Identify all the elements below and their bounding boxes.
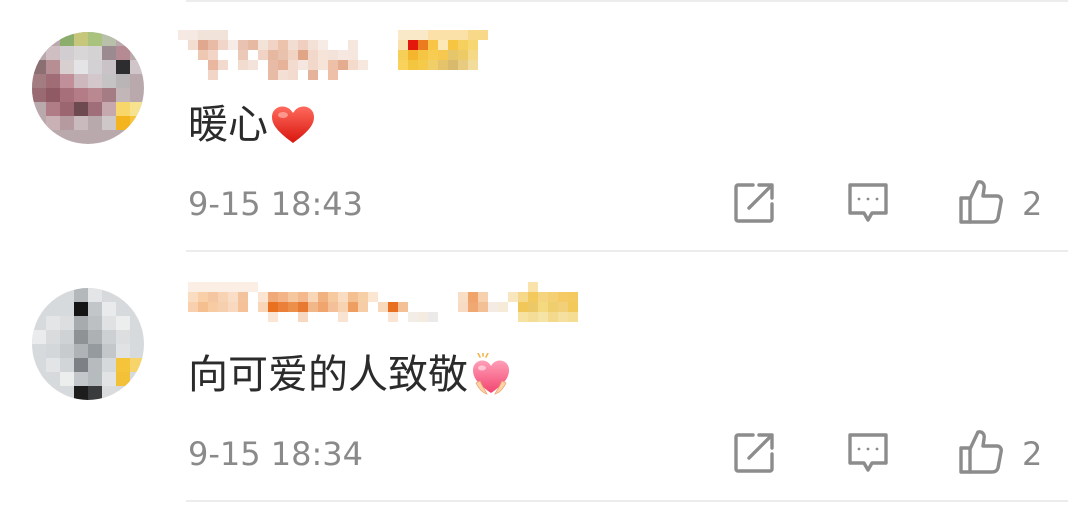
- red-heart-icon: [270, 105, 316, 145]
- divider: [186, 500, 1068, 502]
- reply-button[interactable]: [845, 430, 891, 476]
- comment-text: 向可爱的人致敬: [188, 350, 512, 400]
- comment-text-content: 暖心: [188, 102, 268, 148]
- username-blurred[interactable]: [178, 282, 658, 332]
- comment-text-content: 向可爱的人致敬: [188, 352, 468, 398]
- username-blurred[interactable]: [178, 30, 498, 80]
- comment-icon: [845, 430, 891, 476]
- comment-item: 暖心 9-15 18:43 2: [0, 0, 1068, 250]
- avatar[interactable]: [32, 288, 144, 400]
- share-button[interactable]: [731, 180, 777, 226]
- comment-item: 向可爱的人致敬 9-15 18:34 2: [0, 252, 1068, 502]
- thumbs-up-icon: [958, 178, 1004, 226]
- avatar[interactable]: [32, 32, 144, 144]
- share-icon: [731, 180, 777, 226]
- comment-icon: [845, 180, 891, 226]
- timestamp: 9-15 18:34: [188, 435, 364, 473]
- thumbs-up-icon: [958, 428, 1004, 476]
- like-button[interactable]: [958, 428, 1004, 474]
- reply-button[interactable]: [845, 180, 891, 226]
- share-button[interactable]: [731, 430, 777, 476]
- share-icon: [731, 430, 777, 476]
- timestamp: 9-15 18:43: [188, 185, 364, 223]
- like-count: 2: [1022, 185, 1043, 223]
- comment-text: 暖心: [188, 100, 316, 150]
- pink-heart-hands-icon: [470, 353, 512, 397]
- like-count: 2: [1022, 435, 1043, 473]
- like-button[interactable]: [958, 178, 1004, 224]
